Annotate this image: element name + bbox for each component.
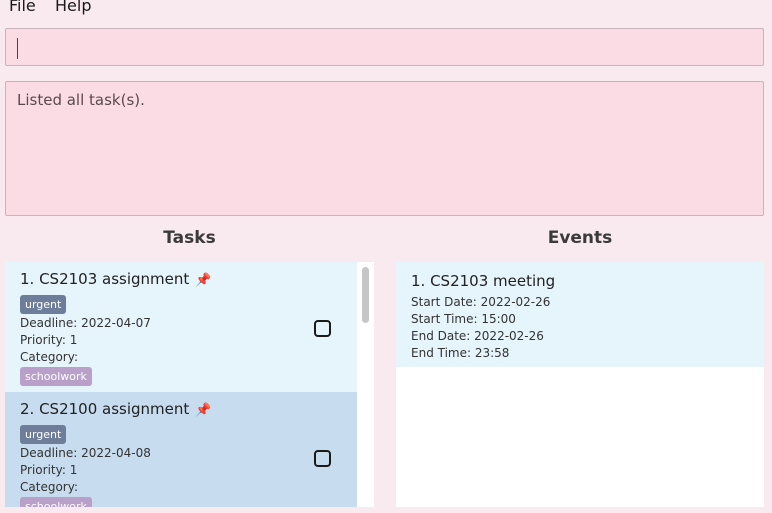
done-checkbox[interactable] [314,450,331,467]
events-panel-title: Events [547,228,613,248]
result-message: Listed all task(s). [17,91,145,109]
task-deadline: Deadline: 2022-04-07 [20,316,151,330]
task-list-scrollbar[interactable] [357,262,373,507]
task-list[interactable]: 1. CS2103 assignment 📌 urgent Deadline: 2… [5,262,374,507]
task-category-label: Category: [20,480,78,494]
task-priority: Priority: 1 [20,463,78,477]
event-start-time: Start Time: 15:00 [411,312,516,326]
task-title-text: 1. CS2103 assignment [20,270,190,288]
task-title-text: 2. CS2100 assignment [20,400,190,418]
menu-bar: File Help [0,0,772,22]
event-list[interactable]: 1. CS2103 meeting Start Date: 2022-02-26… [396,262,764,507]
tasks-panel-title: Tasks [163,228,216,248]
pushpin-icon: 📌 [195,273,212,288]
scrollbar-thumb[interactable] [362,267,369,323]
task-card-selected[interactable]: 2. CS2100 assignment 📌 urgent Deadline: 2… [5,392,358,507]
category-tag: schoolwork [20,497,92,507]
event-end-date: End Date: 2022-02-26 [411,329,544,343]
event-end-time: End Time: 23:58 [411,346,510,360]
event-card[interactable]: 1. CS2103 meeting Start Date: 2022-02-26… [396,262,764,367]
event-title: 1. CS2103 meeting [411,272,556,290]
task-priority: Priority: 1 [20,333,78,347]
event-start-date: Start Date: 2022-02-26 [411,295,551,309]
done-checkbox[interactable] [314,320,331,337]
menu-help[interactable]: Help [55,0,91,15]
command-input[interactable] [5,28,764,66]
urgent-tag: urgent [20,425,67,444]
result-display[interactable]: Listed all task(s). [5,81,764,216]
urgent-tag: urgent [20,295,67,314]
task-card[interactable]: 1. CS2103 assignment 📌 urgent Deadline: 2… [5,262,358,392]
pushpin-icon: 📌 [195,403,212,418]
task-deadline: Deadline: 2022-04-08 [20,446,151,460]
text-caret [17,38,18,59]
category-tag: schoolwork [20,367,92,386]
task-title: 2. CS2100 assignment 📌 [20,400,211,418]
menu-file[interactable]: File [9,0,36,15]
task-category-label: Category: [20,350,78,364]
task-title: 1. CS2103 assignment 📌 [20,270,211,288]
